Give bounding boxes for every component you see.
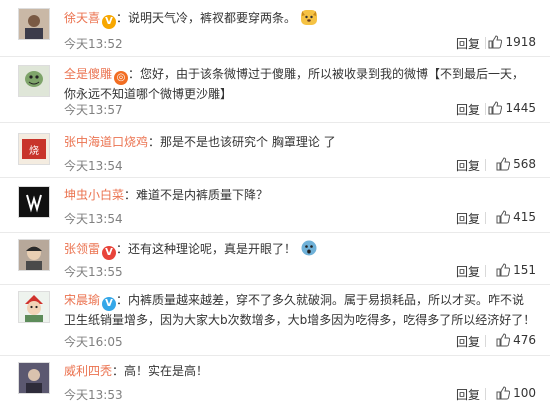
reply-button[interactable]: 回复 [456, 263, 480, 280]
comment-text: 说明天气冷，裤衩都要穿两条。 [128, 11, 297, 25]
like-count: 415 [513, 210, 536, 224]
divider [485, 159, 486, 171]
comment-separator: ： [116, 293, 129, 307]
timestamp: 今天13:53 [64, 388, 123, 402]
like-count: 568 [513, 157, 536, 171]
timestamp: 今天13:52 [64, 37, 123, 51]
reply-button[interactable]: 回复 [456, 35, 480, 52]
reply-button[interactable]: 回复 [456, 101, 480, 118]
like-count: 476 [513, 333, 536, 347]
username[interactable]: 张领雷 [64, 242, 100, 256]
thumbs-up-icon [496, 210, 511, 224]
comment-separator: ： [124, 188, 137, 202]
comment-item: 宋晨瑜 V ：内裤质量越来越差，穿不了多久就破洞。属于易损耗品，所以才买。咋不说卫生… [0, 285, 550, 356]
reply-button[interactable]: 回复 [456, 333, 480, 350]
like-button[interactable]: 151 [496, 263, 536, 277]
timestamp: 今天13:57 [64, 103, 123, 117]
divider [485, 335, 486, 347]
divider [485, 103, 486, 115]
avatar[interactable] [18, 8, 50, 40]
comment-item: 威利四秃：高！实在是高！ 今天13:53 回复 100 [0, 356, 550, 408]
comment-item: 徐天喜 V ：说明天气冷，裤衩都要穿两条。 今天13:52 回复 1918 [0, 0, 550, 57]
comment-list: 徐天喜 V ：说明天气冷，裤衩都要穿两条。 今天13:52 回复 1918 全是傻雕… [0, 0, 550, 408]
verified-badge-icon: V [102, 246, 117, 260]
reply-button[interactable]: 回复 [456, 210, 480, 227]
comment-separator: ： [116, 11, 129, 25]
like-count: 1445 [505, 101, 536, 115]
like-button[interactable]: 476 [496, 333, 536, 347]
comment-text: 高！实在是高！ [124, 364, 209, 378]
like-button[interactable]: 568 [496, 157, 536, 171]
divider [485, 212, 486, 224]
divider [485, 37, 486, 49]
timestamp: 今天13:54 [64, 159, 123, 173]
comment-separator: ： [128, 67, 141, 81]
timestamp: 今天16:05 [64, 335, 123, 349]
username[interactable]: 徐天喜 [64, 11, 100, 25]
like-count: 100 [513, 386, 536, 400]
like-button[interactable]: 100 [496, 386, 536, 400]
thumbs-up-icon [488, 101, 503, 115]
username[interactable]: 威利四秃 [64, 364, 112, 378]
comment-item: 烧 张中海道口烧鸡：那是不是也该研究个 胸罩理论 了 今天13:54 回复 56… [0, 123, 550, 178]
thumbs-up-icon [496, 333, 511, 347]
reply-button[interactable]: 回复 [456, 157, 480, 174]
comment-separator: ： [148, 135, 161, 149]
username[interactable]: 宋晨瑜 [64, 293, 100, 307]
like-count: 1918 [505, 35, 536, 49]
like-button[interactable]: 1918 [488, 35, 536, 49]
timestamp: 今天13:55 [64, 265, 123, 279]
svg-text:烧: 烧 [29, 144, 39, 157]
username[interactable]: 坤虫小白菜 [64, 188, 124, 202]
dog-face-icon [300, 10, 317, 25]
comment-item: 全是傻雕 ◎ ：您好，由于该条微博过于傻雕，所以被收录到我的微博【不到最后一天，你永… [0, 57, 550, 123]
like-count: 151 [513, 263, 536, 277]
avatar[interactable] [18, 65, 50, 97]
thumbs-up-icon [496, 157, 511, 171]
reply-button[interactable]: 回复 [456, 386, 480, 403]
like-button[interactable]: 1445 [488, 101, 536, 115]
avatar[interactable] [18, 291, 50, 323]
comment-separator: ： [112, 364, 125, 378]
comment-text: 还有这种理论呢，真是开眼了！ [128, 242, 297, 256]
comment-text: 难道不是内裤质量下降？ [136, 188, 269, 202]
avatar[interactable] [18, 362, 50, 394]
divider [485, 388, 486, 400]
thumbs-up-icon [488, 35, 503, 49]
username[interactable]: 全是傻雕 [64, 67, 112, 81]
surprised-face-icon [301, 240, 317, 256]
like-button[interactable]: 415 [496, 210, 536, 224]
thumbs-up-icon [496, 263, 511, 277]
thumbs-up-icon [496, 386, 511, 400]
avatar[interactable] [18, 186, 50, 218]
comment-item: 张领雷 V ：还有这种理论呢，真是开眼了！ 今天13:55 回复 151 [0, 233, 550, 285]
comment-item: 坤虫小白菜：难道不是内裤质量下降？ 今天13:54 回复 415 [0, 178, 550, 233]
verified-badge-icon: V [102, 297, 117, 311]
username[interactable]: 张中海道口烧鸡 [64, 135, 148, 149]
comment-text: 内裤质量越来越差，穿不了多久就破洞。属于易损耗品，所以才买。咋不说卫生纸销量增多… [64, 293, 536, 327]
comment-text: 那是不是也该研究个 胸罩理论 了 [160, 135, 336, 149]
divider [485, 265, 486, 277]
avatar[interactable] [18, 239, 50, 271]
comment-separator: ： [116, 242, 129, 256]
verified-badge-icon: V [102, 15, 117, 29]
timestamp: 今天13:54 [64, 212, 123, 226]
sunflower-badge-icon: ◎ [114, 71, 129, 85]
avatar[interactable]: 烧 [18, 133, 50, 165]
